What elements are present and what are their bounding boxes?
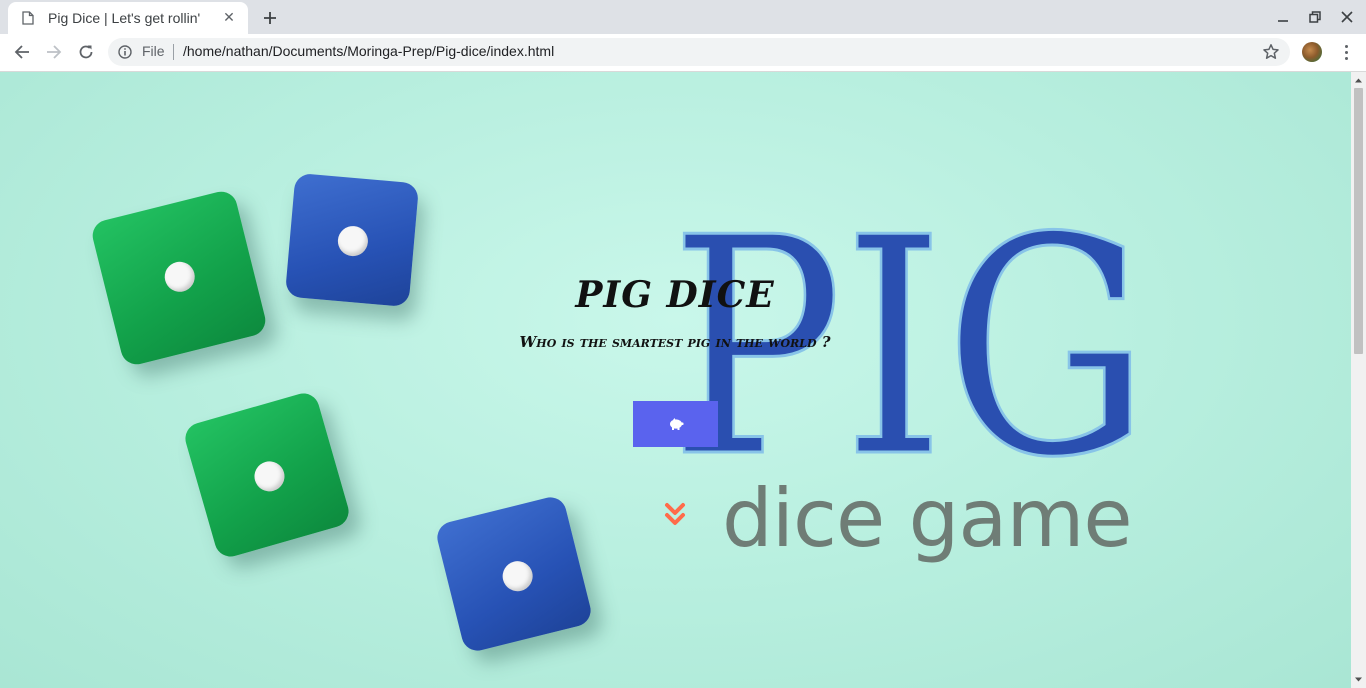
close-icon [1341, 11, 1353, 23]
blue-die [284, 172, 420, 308]
star-icon[interactable] [1262, 43, 1280, 61]
close-tab-icon[interactable]: ✕ [220, 9, 238, 27]
restore-icon [1309, 11, 1321, 23]
background-tagline: dice game [722, 472, 1133, 565]
tab-title: Pig Dice | Let's get rollin' [48, 10, 201, 26]
omnibox-divider [173, 44, 174, 60]
page-viewport: PIG dice game PIG DICE Who is the smarte… [0, 72, 1351, 688]
die-pip [499, 558, 536, 595]
die-pip [336, 224, 370, 258]
url-text[interactable]: /home/nathan/Documents/Moringa-Prep/Pig-… [183, 43, 554, 59]
close-window-button[interactable] [1337, 8, 1357, 26]
plus-icon [264, 12, 276, 24]
page-subtitle: Who is the smartest pig in the world ? [519, 333, 831, 351]
die-pip [161, 258, 198, 295]
scroll-up-arrow-icon[interactable] [1354, 76, 1363, 85]
minimize-button[interactable] [1273, 8, 1293, 26]
scheme-label: File [142, 43, 165, 59]
page-title: PIG DICE [575, 274, 775, 316]
page-scrollbar[interactable] [1351, 72, 1366, 688]
double-chevron-down-icon[interactable] [664, 502, 686, 528]
profile-avatar[interactable] [1302, 42, 1322, 62]
info-icon[interactable] [118, 45, 132, 59]
green-die [89, 188, 269, 368]
document-icon [22, 11, 34, 25]
reload-button[interactable] [74, 40, 98, 64]
blue-die [433, 493, 595, 655]
green-die [181, 389, 353, 561]
back-button[interactable] [10, 40, 34, 64]
forward-button[interactable] [42, 40, 66, 64]
browser-toolbar: File /home/nathan/Documents/Moringa-Prep… [0, 34, 1366, 72]
tab-strip: Pig Dice | Let's get rollin' ✕ [0, 0, 1366, 34]
piggy-bank-icon [669, 418, 683, 430]
die-pip [250, 457, 289, 495]
minimize-icon [1278, 20, 1288, 22]
browser-menu-icon[interactable] [1336, 42, 1356, 62]
play-button[interactable] [633, 401, 718, 447]
reload-icon [79, 45, 93, 59]
scroll-down-arrow-icon[interactable] [1354, 675, 1363, 684]
new-tab-button[interactable] [258, 6, 282, 30]
arrow-left-icon [14, 45, 29, 59]
restore-button[interactable] [1305, 8, 1325, 26]
scrollbar-thumb[interactable] [1354, 88, 1363, 354]
arrow-right-icon [47, 45, 62, 59]
browser-tab[interactable]: Pig Dice | Let's get rollin' ✕ [8, 2, 248, 34]
address-bar[interactable]: File /home/nathan/Documents/Moringa-Prep… [108, 38, 1290, 66]
